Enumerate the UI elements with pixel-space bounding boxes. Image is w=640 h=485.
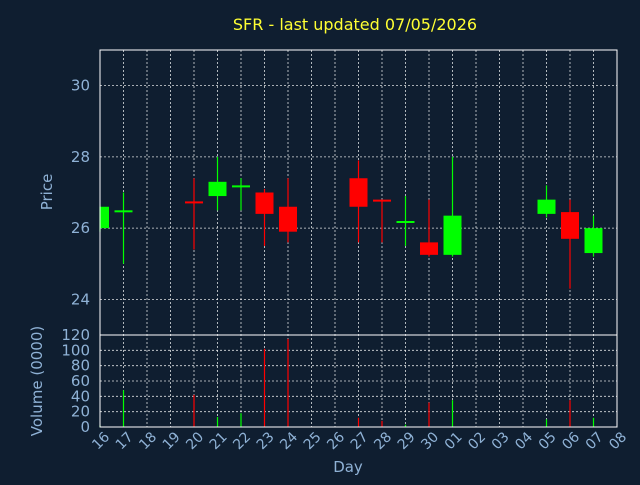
candle-body-29 [396, 221, 415, 223]
volume-tick-label: 120 [61, 326, 90, 344]
candle-body-22 [232, 185, 250, 188]
day-tick-label: 05 [536, 429, 560, 453]
price-axis-label: Price [38, 174, 56, 211]
day-tick-label: 30 [418, 429, 442, 453]
volume-tick-label: 20 [71, 403, 90, 421]
stock-chart: SFR - last updated 07/05/2026 Price Volu… [0, 0, 640, 480]
day-tick-label: 18 [136, 429, 160, 453]
volume-tick-label: 40 [71, 387, 90, 405]
day-tick-label: 25 [301, 429, 325, 453]
day-tick-label: 21 [207, 429, 231, 453]
volume-bars [99, 338, 595, 427]
price-tick-label: 28 [71, 148, 90, 166]
volume-axis-label: Volume (0000) [28, 326, 46, 436]
day-tick-label: 01 [442, 429, 466, 453]
price-tick-label: 30 [71, 77, 90, 95]
day-tick-label: 02 [465, 429, 489, 453]
candle-body-20 [185, 201, 203, 204]
volume-tick-label: 60 [71, 372, 90, 390]
day-tick-label: 04 [512, 429, 536, 453]
day-tick-label: 22 [230, 429, 254, 453]
price-tick-label: 26 [71, 219, 90, 237]
chart-title: SFR - last updated 07/05/2026 [233, 15, 477, 34]
candle-body-17 [114, 210, 133, 213]
day-tick-label: 06 [559, 429, 583, 453]
day-tick-label: 20 [183, 429, 207, 453]
day-tick-label: 19 [160, 429, 184, 453]
candle-body-24 [279, 206, 297, 232]
day-tick-label: 24 [277, 429, 301, 453]
day-tick-label: 07 [583, 429, 607, 453]
candle-body-23 [255, 192, 274, 214]
day-tick-label: 17 [113, 429, 137, 453]
candle-body-21 [208, 181, 227, 197]
candle-body-06 [561, 212, 579, 239]
day-tick-label: 29 [395, 429, 419, 453]
day-tick-label: 28 [371, 429, 395, 453]
candle-body-28 [373, 199, 391, 202]
day-tick-label: 03 [489, 429, 513, 453]
volume-tick-label: 100 [61, 341, 90, 359]
price-tick-label: 24 [71, 290, 90, 308]
candle-body-07 [584, 228, 603, 254]
day-tick-label: 26 [324, 429, 348, 453]
candlesticks [99, 156, 603, 289]
candle-body-27 [349, 178, 368, 207]
volume-tick-label: 80 [71, 357, 90, 375]
candle-body-01 [443, 215, 462, 255]
day-tick-label: 08 [606, 429, 630, 453]
day-tick-label: 27 [348, 429, 372, 453]
day-tick-label: 16 [89, 429, 113, 453]
day-axis-label: Day [333, 458, 363, 476]
candle-body-30 [420, 242, 438, 255]
candle-body-16 [100, 206, 109, 229]
day-tick-label: 23 [254, 429, 278, 453]
candle-body-05 [537, 199, 556, 214]
chart-svg: SFR - last updated 07/05/2026 Price Volu… [28, 15, 630, 476]
volume-tick-label: 0 [80, 418, 90, 436]
